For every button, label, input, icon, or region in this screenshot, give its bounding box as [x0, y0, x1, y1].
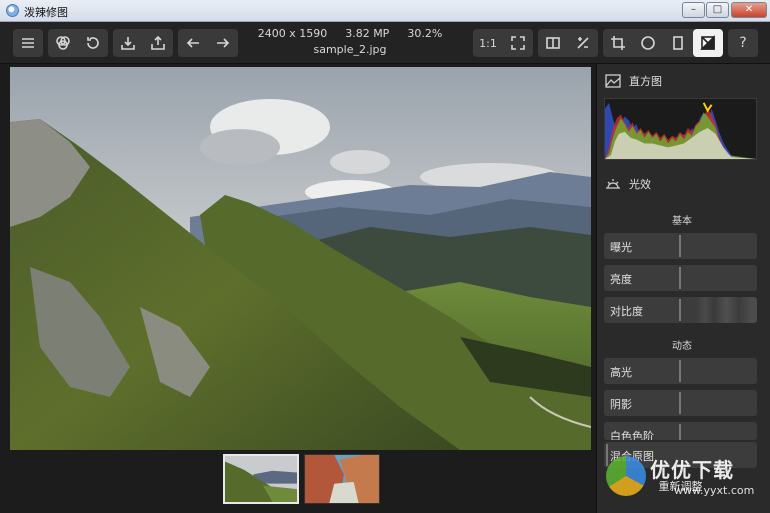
image-megapixels: 3.82 MP — [345, 27, 390, 40]
slider-handle[interactable] — [679, 424, 681, 440]
image-dimensions: 2400 x 1590 — [257, 27, 328, 40]
minimize-button[interactable]: – — [682, 2, 705, 18]
slider-label: 亮度 — [610, 273, 632, 286]
histogram-icon — [605, 74, 621, 88]
frame-icon[interactable] — [663, 29, 693, 57]
before-after-icon[interactable] — [568, 29, 598, 57]
window-titlebar: 泼辣修图 – □ ✕ — [0, 0, 770, 22]
slider-label: 高光 — [610, 366, 632, 379]
window-title: 泼辣修图 — [24, 6, 68, 19]
toolbar-group-menu — [13, 29, 43, 57]
exposure-slider[interactable]: 曝光 — [604, 233, 757, 259]
close-button[interactable]: ✕ — [731, 2, 767, 18]
slider-label: 阴影 — [610, 398, 632, 411]
histogram-chart — [604, 98, 757, 160]
light-label: 光效 — [629, 178, 651, 191]
brightness-slider[interactable]: 亮度 — [604, 265, 757, 291]
slider-handle[interactable] — [679, 267, 681, 289]
light-header[interactable]: 光效 — [605, 176, 651, 192]
toolbar-group-help: ? — [728, 29, 758, 57]
crop-icon[interactable] — [603, 29, 633, 57]
zoom-level: 30.2% — [407, 27, 443, 40]
toolbar-group-view: 1:1 — [473, 29, 533, 57]
vignette-icon[interactable] — [633, 29, 663, 57]
slider-handle[interactable] — [606, 444, 608, 466]
undo-icon[interactable] — [178, 29, 208, 57]
layers-icon[interactable] — [48, 29, 78, 57]
menu-icon[interactable] — [13, 29, 43, 57]
history-icon[interactable] — [78, 29, 108, 57]
toolbar-group-file — [113, 29, 173, 57]
photo-preview[interactable] — [10, 67, 591, 450]
slider-label: 曝光 — [610, 241, 632, 254]
fit-icon[interactable] — [503, 29, 533, 57]
compare-icon[interactable] — [538, 29, 568, 57]
sun-icon — [606, 179, 620, 189]
import-icon[interactable] — [113, 29, 143, 57]
maximize-button[interactable]: □ — [706, 2, 729, 18]
shadows-slider[interactable]: 阴影 — [604, 390, 757, 416]
toolbar-group-undo — [178, 29, 238, 57]
slider-label: 混合原图 — [610, 450, 654, 463]
help-icon[interactable]: ? — [728, 29, 758, 57]
slider-label: 对比度 — [610, 305, 643, 318]
toolbar-group-tools — [603, 29, 723, 57]
adjustment-panel: 直方图 光效 基本 曝光 亮度 对比度 动态 高光 阴影 白色色阶 混合原图 重… — [596, 64, 770, 513]
image-info: 2400 x 1590 3.82 MP 30.2% sample_2.jpg — [240, 27, 460, 56]
slider-handle[interactable] — [679, 360, 681, 382]
thumbnail-2[interactable] — [304, 454, 380, 504]
slider-handle[interactable] — [679, 235, 681, 257]
zoom-1to1-button[interactable]: 1:1 — [473, 29, 503, 57]
export-icon[interactable] — [143, 29, 173, 57]
contrast-slider[interactable]: 对比度 — [604, 297, 757, 323]
highlights-slider[interactable]: 高光 — [604, 358, 757, 384]
thumbnail-1[interactable] — [223, 454, 299, 504]
basic-group-title: 基本 — [672, 216, 692, 227]
dynamic-group-title: 动态 — [672, 341, 692, 352]
slider-handle[interactable] — [679, 299, 681, 321]
toolbar-group-compare — [538, 29, 598, 57]
slider-label: 白色色阶 — [610, 430, 654, 440]
reset-button[interactable]: 重新调整 — [604, 475, 757, 499]
whites-slider[interactable]: 白色色阶 — [604, 422, 757, 440]
app-icon — [6, 4, 19, 17]
canvas-area — [0, 64, 596, 513]
blend-original-slider[interactable]: 混合原图 — [604, 442, 757, 468]
slider-handle[interactable] — [679, 392, 681, 414]
image-filename: sample_2.jpg — [313, 43, 387, 56]
histogram-header[interactable]: 直方图 — [605, 73, 662, 89]
redo-icon[interactable] — [208, 29, 238, 57]
toolbar-group-history — [48, 29, 108, 57]
adjust-icon[interactable] — [693, 29, 723, 57]
histogram-label: 直方图 — [629, 75, 662, 88]
filmstrip — [0, 452, 596, 513]
